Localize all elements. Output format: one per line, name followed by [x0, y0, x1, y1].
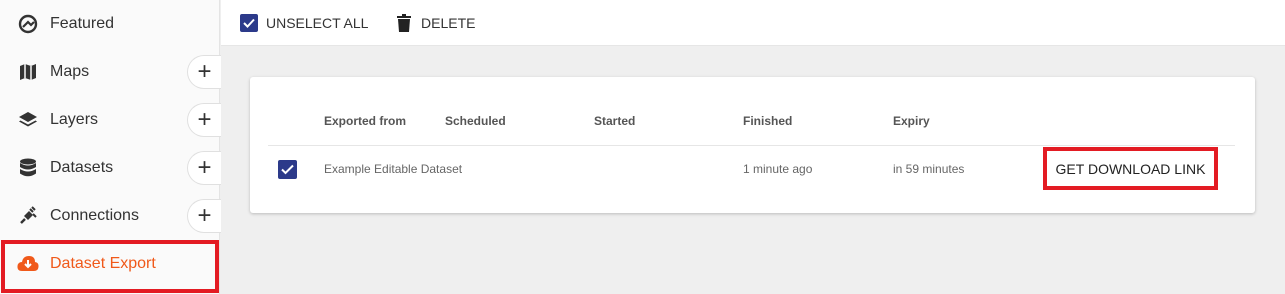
cell-exported-from: Example Editable Dataset — [324, 162, 463, 176]
sidebar-item-label: Connections — [50, 207, 139, 224]
cloud-download-icon — [17, 253, 39, 275]
column-header-expiry: Expiry — [893, 114, 930, 128]
column-header-started: Started — [594, 114, 636, 128]
toolbar: UNSELECT ALL DELETE — [221, 0, 1285, 46]
plus-icon: + — [197, 58, 212, 85]
sidebar-item-label: Dataset Export — [50, 255, 156, 272]
featured-icon — [17, 13, 39, 35]
unselect-all-label: UNSELECT ALL — [266, 15, 369, 31]
sidebar-item-datasets[interactable]: Datasets + — [0, 144, 221, 192]
column-header-exported-from: Exported from — [324, 114, 407, 128]
trash-icon — [395, 14, 413, 32]
delete-button[interactable]: DELETE — [395, 12, 475, 34]
database-icon — [17, 157, 39, 179]
sidebar-item-layers[interactable]: Layers + — [0, 96, 221, 144]
sidebar-item-dataset-export[interactable]: Dataset Export — [0, 240, 220, 288]
add-layer-button[interactable]: + — [187, 103, 221, 137]
sidebar-item-label: Datasets — [50, 159, 114, 176]
unselect-all-button[interactable]: UNSELECT ALL — [240, 12, 368, 34]
layers-icon — [17, 109, 39, 131]
plus-icon: + — [197, 154, 212, 181]
map-icon — [17, 61, 39, 83]
get-download-link-button[interactable]: GET DOWNLOAD LINK — [1043, 147, 1218, 190]
check-icon — [281, 164, 294, 175]
get-download-link-label: GET DOWNLOAD LINK — [1055, 160, 1206, 177]
sidebar-item-maps[interactable]: Maps + — [0, 48, 221, 96]
sidebar-item-featured[interactable]: Featured — [0, 0, 220, 48]
add-dataset-button[interactable]: + — [187, 151, 221, 185]
checkbox-checked-icon — [240, 14, 258, 32]
row-checkbox[interactable] — [278, 160, 297, 179]
exports-table-card: Exported from Scheduled Started Finished… — [250, 77, 1255, 213]
sidebar-item-label: Layers — [50, 111, 99, 128]
cell-finished: 1 minute ago — [743, 162, 813, 176]
add-map-button[interactable]: + — [187, 55, 221, 89]
plus-icon: + — [197, 202, 212, 229]
delete-label: DELETE — [421, 15, 476, 31]
plug-icon — [17, 205, 39, 227]
sidebar: Featured Maps + Layers + Datasets + Conn — [0, 0, 221, 294]
header-divider — [268, 145, 1235, 146]
add-connection-button[interactable]: + — [187, 199, 221, 233]
sidebar-item-label: Featured — [50, 15, 115, 32]
column-header-finished: Finished — [743, 114, 793, 128]
sidebar-item-label: Maps — [50, 63, 90, 80]
sidebar-item-connections[interactable]: Connections + — [0, 192, 221, 240]
column-header-scheduled: Scheduled — [445, 114, 506, 128]
cell-expiry: in 59 minutes — [893, 162, 965, 176]
plus-icon: + — [197, 106, 212, 133]
